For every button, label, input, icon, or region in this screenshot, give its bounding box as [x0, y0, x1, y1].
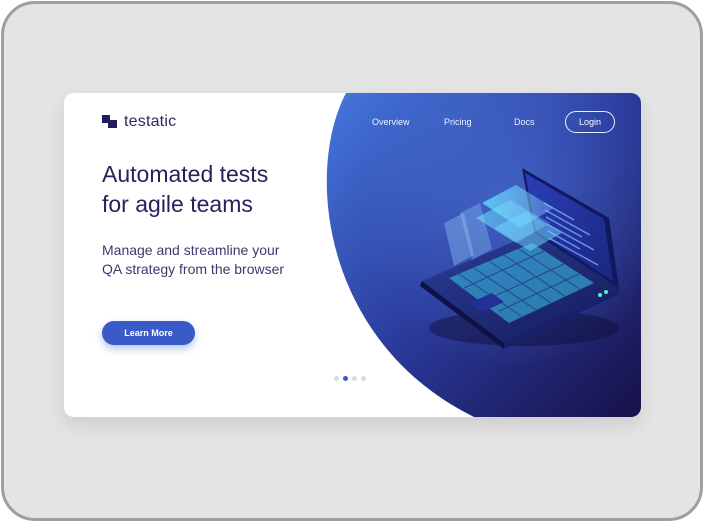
- headline-line-1: Automated tests: [102, 161, 269, 187]
- hero-subtext: Manage and streamline your QA strategy f…: [102, 241, 332, 279]
- subtext-line-1: Manage and streamline your: [102, 242, 280, 258]
- carousel-dot-4[interactable]: [361, 376, 366, 381]
- carousel-indicator: [334, 376, 366, 381]
- logo-icon: [102, 115, 118, 129]
- laptop-illustration: [420, 168, 619, 349]
- carousel-dot-1[interactable]: [334, 376, 339, 381]
- learn-more-button[interactable]: Learn More: [102, 321, 195, 345]
- nav-overview[interactable]: Overview: [372, 117, 410, 127]
- subtext-line-2: QA strategy from the browser: [102, 261, 285, 277]
- nav-docs[interactable]: Docs: [514, 117, 535, 127]
- carousel-dot-2[interactable]: [343, 376, 348, 381]
- carousel-dot-3[interactable]: [352, 376, 357, 381]
- brand-name: testatic: [124, 113, 177, 130]
- page-title: Automated tests for agile teams: [102, 159, 332, 219]
- landing-card: testatic Overview Pricing Docs Login Aut…: [64, 93, 641, 417]
- nav-pricing[interactable]: Pricing: [444, 117, 472, 127]
- headline-line-2: for agile teams: [102, 191, 253, 217]
- brand-logo[interactable]: testatic: [102, 113, 176, 131]
- login-button[interactable]: Login: [565, 111, 615, 133]
